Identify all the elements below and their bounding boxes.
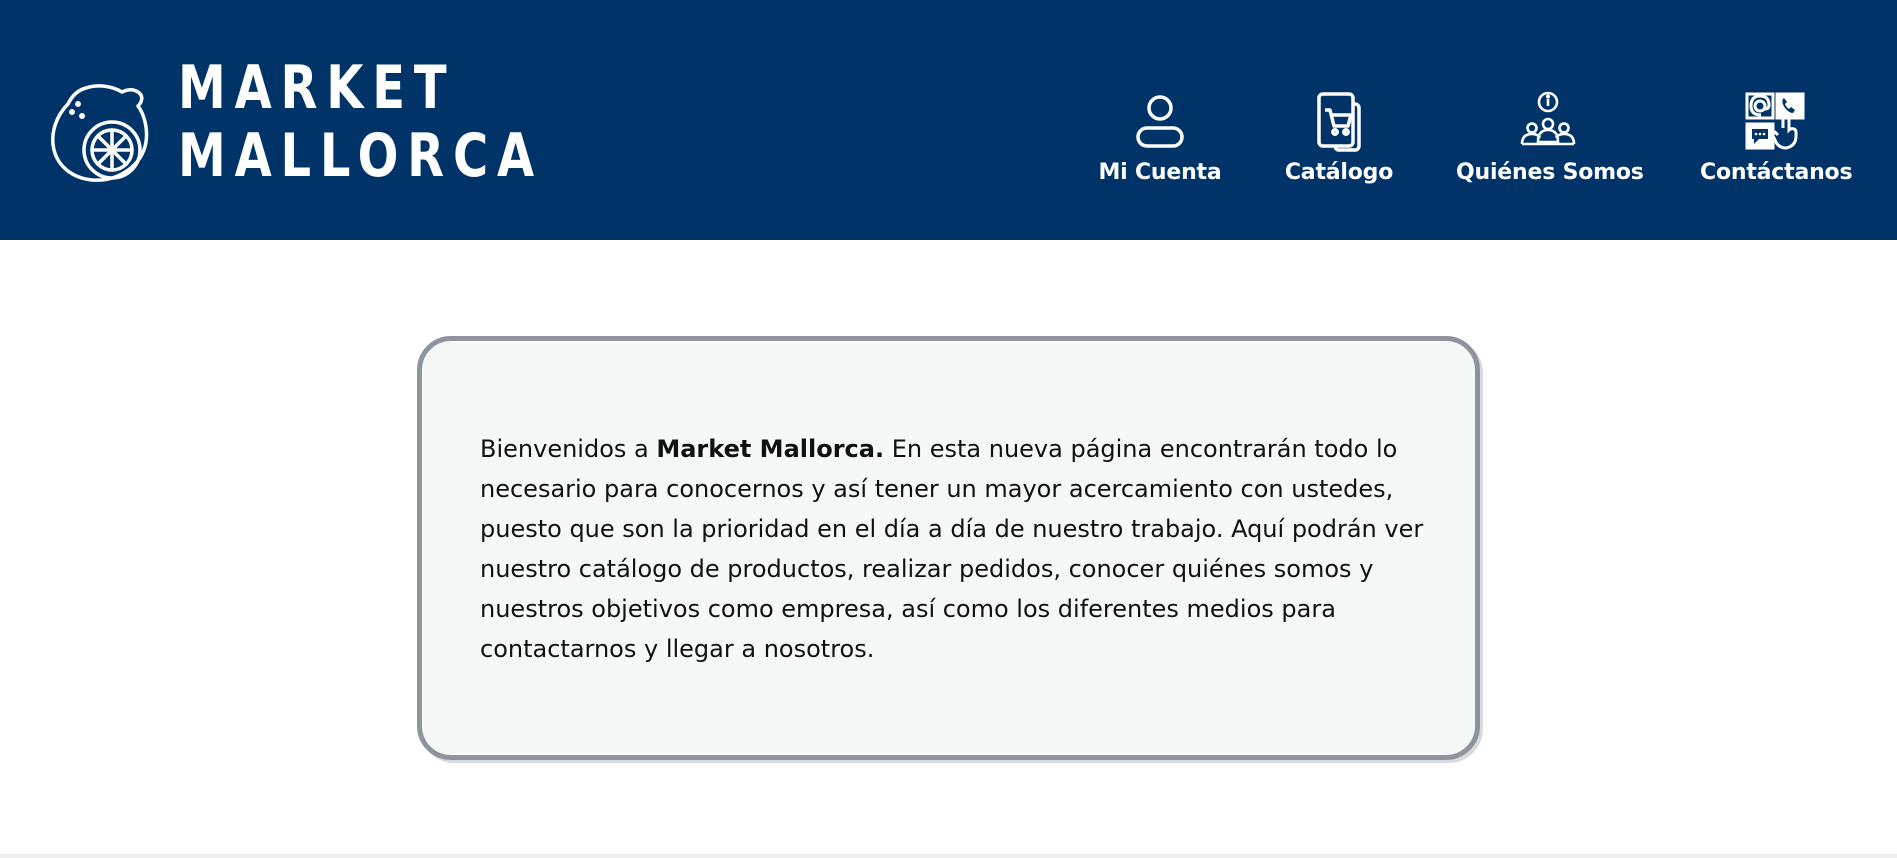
nav-label: Catálogo <box>1284 160 1394 185</box>
nav-label: Mi Cuenta <box>1098 160 1222 185</box>
main-nav: Mi Cuenta Catálogo Quiénes Somos Contáct… <box>0 90 1897 200</box>
welcome-body: En esta nueva página encontrarán todo lo… <box>480 435 1424 663</box>
page-divider <box>0 854 1897 858</box>
nav-item-mi-cuenta[interactable]: Mi Cuenta <box>1095 90 1225 185</box>
welcome-text: Bienvenidos a Market Mallorca. En esta n… <box>480 429 1440 669</box>
nav-item-contactanos[interactable]: Contáctanos <box>1700 90 1853 185</box>
welcome-intro: Bienvenidos a <box>480 435 657 463</box>
nav-label: Quiénes Somos <box>1456 160 1644 185</box>
team-info-icon <box>1520 91 1576 146</box>
welcome-brand: Market Mallorca. <box>656 435 885 463</box>
user-icon <box>1136 95 1184 148</box>
nav-item-quienes-somos[interactable]: Quiénes Somos <box>1456 90 1644 185</box>
site-header: MARKET MALLORCA Mi Cuenta Catálogo Quién… <box>0 0 1897 240</box>
cart-catalog-icon <box>1317 92 1361 152</box>
contact-icon <box>1745 92 1805 150</box>
welcome-card: Bienvenidos a Market Mallorca. En esta n… <box>417 336 1480 760</box>
nav-item-catalogo[interactable]: Catálogo <box>1280 90 1398 185</box>
nav-label: Contáctanos <box>1700 160 1853 185</box>
